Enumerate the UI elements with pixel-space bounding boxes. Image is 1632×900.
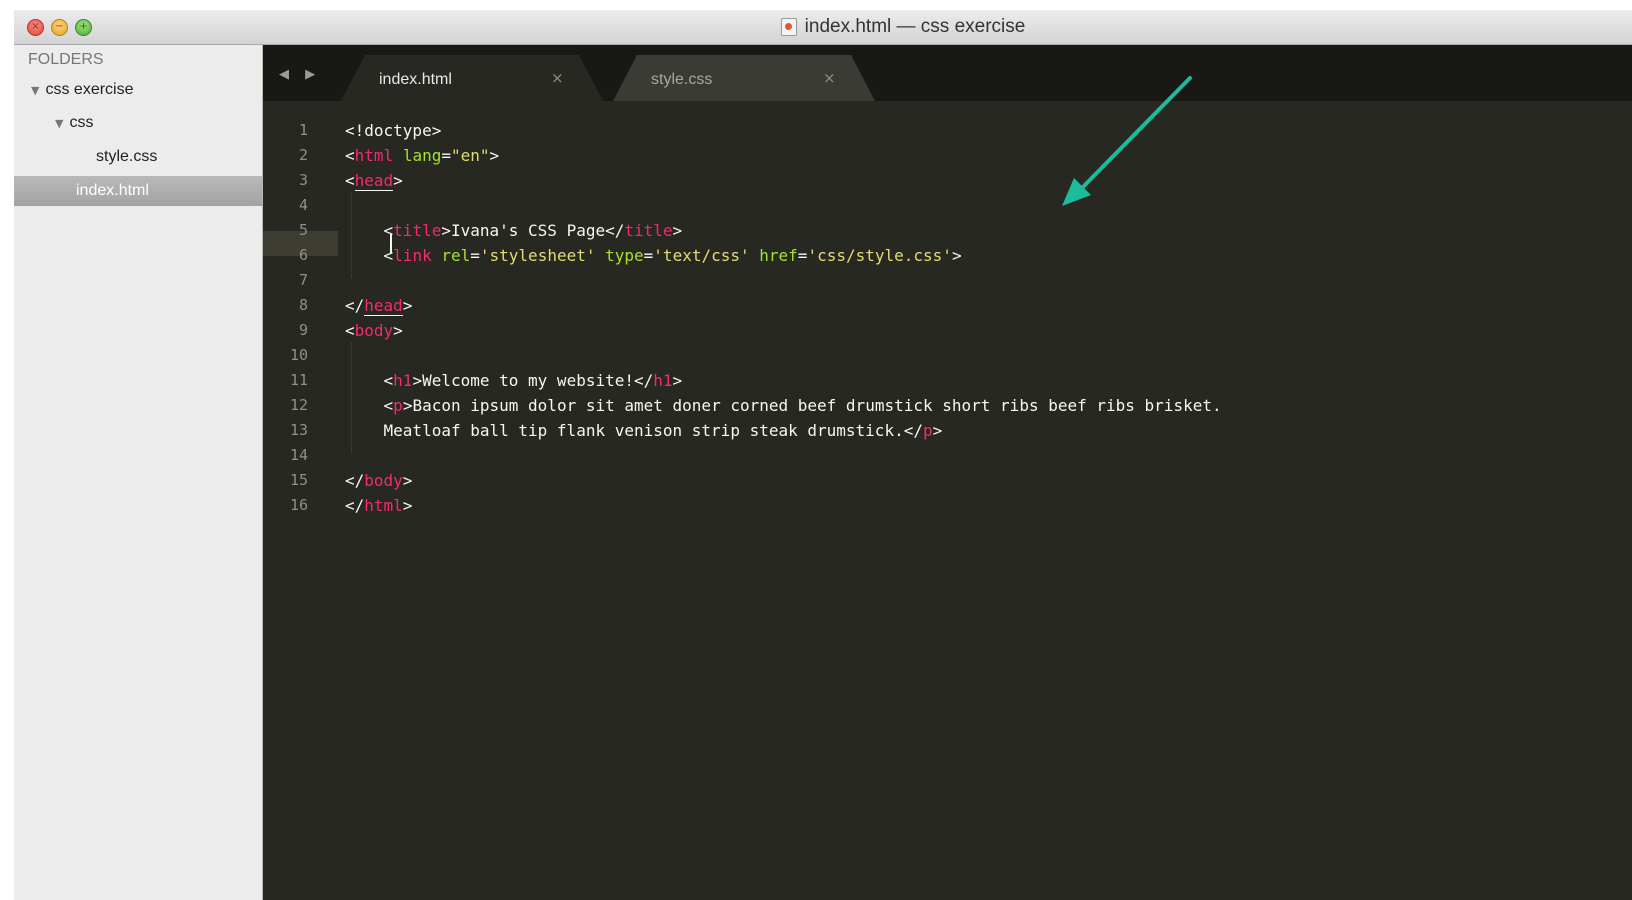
string-token: "en": [450, 146, 490, 165]
tag-name-token: html: [364, 496, 403, 515]
code-line[interactable]: <p>Bacon ipsum dolor sit amet doner corn…: [345, 393, 1222, 418]
line-number: 7: [298, 271, 308, 289]
disclosure-triangle-icon[interactable]: ▼: [55, 117, 63, 130]
file-item-style-css[interactable]: style.css: [14, 142, 262, 172]
string-token: 'stylesheet': [479, 246, 596, 265]
folder-label: css: [69, 114, 94, 131]
line-number: 13: [289, 421, 308, 439]
tag-name-token: title: [393, 221, 442, 240]
tag-name-token: html: [354, 146, 394, 165]
tab-navigation-arrows[interactable]: ◀ ▶: [279, 67, 321, 82]
close-tab-icon[interactable]: ×: [823, 69, 836, 87]
code-line[interactable]: Meatloaf ball tip flank venison strip st…: [345, 418, 943, 443]
line-number: 11: [289, 371, 308, 389]
code-line[interactable]: </body>: [345, 468, 412, 493]
folder-label: css exercise: [45, 81, 134, 98]
line-number: 1: [298, 121, 308, 139]
file-label: index.html: [76, 182, 149, 199]
attribute-token: type: [605, 246, 644, 265]
tag-name-token: link: [393, 246, 432, 265]
code-line[interactable]: <head>: [345, 168, 403, 193]
code-line[interactable]: <body>: [345, 318, 403, 343]
line-number: 6: [298, 246, 308, 264]
editor-window: × − + index.html — css exercise FOLDERS …: [14, 10, 1632, 900]
line-number: 15: [289, 471, 308, 489]
line-number: 5: [298, 221, 308, 239]
string-token: 'css/style.css': [807, 246, 952, 265]
tag-name-token: body: [364, 471, 403, 490]
code-line[interactable]: <h1>Welcome to my website!</h1>: [345, 368, 683, 393]
tab-style-css[interactable]: style.css ×: [613, 55, 875, 101]
tag-name-token: head: [364, 296, 403, 316]
tag-name-token: h1: [653, 371, 673, 390]
file-item-index-html[interactable]: index.html: [14, 176, 262, 206]
line-number: 9: [298, 321, 308, 339]
code-line[interactable]: <link rel='stylesheet' type='text/css' h…: [345, 243, 962, 268]
code-line[interactable]: <!doctype>: [345, 118, 441, 143]
close-tab-icon[interactable]: ×: [551, 69, 564, 87]
folder-item-css[interactable]: ▼ css: [14, 108, 262, 138]
attribute-token: rel: [441, 246, 471, 265]
line-number: 8: [298, 296, 308, 314]
tab-label: style.css: [651, 71, 713, 88]
line-number: 12: [289, 396, 308, 414]
code-line[interactable]: </html>: [345, 493, 412, 518]
tab-bar: ◀ ▶ index.html × style.css ×: [263, 45, 1632, 101]
file-label: style.css: [96, 148, 158, 165]
code-line[interactable]: <html lang="en">: [345, 143, 499, 168]
tab-index-html[interactable]: index.html ×: [341, 55, 603, 101]
tag-name-token: title: [624, 221, 673, 240]
tag-name-token: p: [922, 421, 933, 440]
code-editor[interactable]: 1 <!doctype> 2 <html lang="en"> 3 <head> 4 5 <t…: [263, 101, 1632, 900]
disclosure-triangle-icon[interactable]: ▼: [31, 84, 39, 97]
window-title-area: index.html — css exercise: [14, 10, 1632, 44]
tag-name-token: body: [354, 321, 394, 340]
tag-name-token: h1: [393, 371, 413, 390]
line-number: 4: [298, 196, 308, 214]
title-bar: × − + index.html — css exercise: [14, 10, 1632, 45]
line-number: 10: [289, 346, 308, 364]
folder-item-css-exercise[interactable]: ▼ css exercise: [14, 75, 262, 105]
tab-label: index.html: [379, 71, 452, 88]
line-number: 3: [298, 171, 308, 189]
code-line[interactable]: </head>: [345, 293, 412, 318]
line-number: 14: [289, 446, 308, 464]
line-number: 16: [289, 496, 308, 514]
line-number: 2: [298, 146, 308, 164]
folders-heading: FOLDERS: [28, 51, 104, 68]
sidebar: FOLDERS ▼ css exercise ▼ css style.css ind…: [14, 45, 263, 900]
html-document-icon: [780, 18, 797, 36]
attribute-token: lang: [402, 146, 442, 165]
window-title: index.html — css exercise: [804, 16, 1026, 37]
tag-name-token: head: [354, 171, 394, 191]
string-token: 'text/css': [653, 246, 750, 265]
code-line[interactable]: <title>Ivana's CSS Page</title>: [345, 218, 683, 243]
tag-name-token: p: [393, 396, 403, 415]
attribute-token: href: [759, 246, 798, 265]
